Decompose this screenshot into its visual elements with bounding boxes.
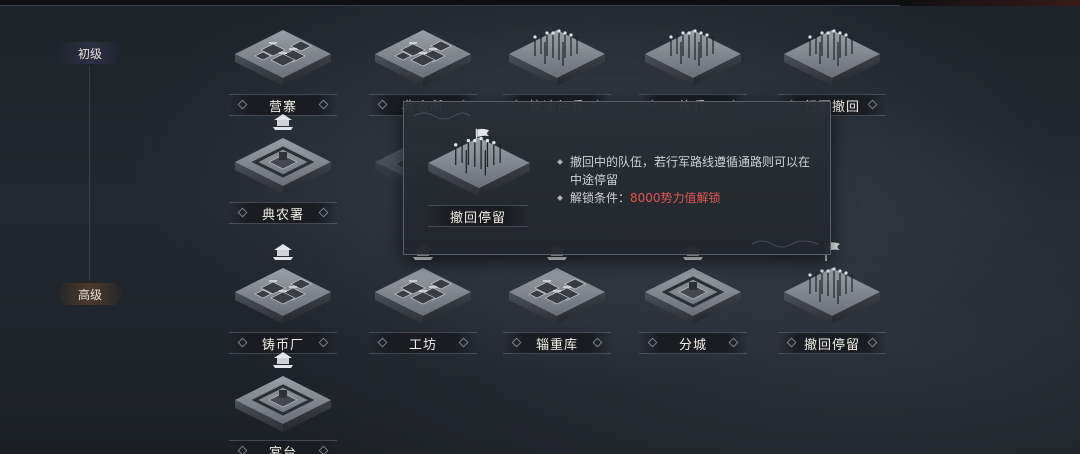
cloud-ornament-icon xyxy=(413,112,471,120)
building-label: 分城 xyxy=(639,332,747,354)
pagoda-icon xyxy=(271,110,295,132)
workshop-icon xyxy=(371,264,475,326)
building-banquet-stage[interactable]: 宴台 xyxy=(223,366,343,454)
farm-bureau-icon xyxy=(231,134,335,196)
branch-city-icon xyxy=(641,264,745,326)
tier-connector-line xyxy=(89,66,90,280)
unlock-requirement: 8000势力值解锁 xyxy=(630,191,721,205)
cloud-ornament-icon xyxy=(751,240,819,248)
tooltip-title: 撤回停留 xyxy=(428,205,528,227)
tier-badge-advanced: 高级 xyxy=(58,283,122,305)
building-label: 宴台 xyxy=(229,440,337,454)
building-label: 工坊 xyxy=(369,332,477,354)
building-workshop[interactable]: 工坊 xyxy=(363,258,483,368)
building-farm-bureau[interactable]: 典农署 xyxy=(223,128,343,238)
building-tooltip: 撤回停留 撤回中的队伍，若行军路线遵循通路则可以在中途停留 解锁条件：8000势… xyxy=(403,101,831,255)
supply-depot-icon xyxy=(505,264,609,326)
fan-icon xyxy=(271,348,295,370)
building-supply-depot[interactable]: 辎重库 xyxy=(497,258,617,368)
building-label: 辎重库 xyxy=(503,332,611,354)
building-label: 撤回停留 xyxy=(778,332,886,354)
training-icon xyxy=(641,26,745,88)
coin-icon xyxy=(271,240,295,262)
tier-advanced-label: 高级 xyxy=(77,287,102,302)
building-branch-city[interactable]: 分城 xyxy=(633,258,753,368)
top-bar xyxy=(0,0,1080,6)
tooltip-details: 撤回中的队伍，若行军路线遵循通路则可以在中途停留 解锁条件：8000势力值解锁 xyxy=(556,153,818,207)
building-retreat-stay[interactable]: 撤回停留 xyxy=(772,258,892,368)
tier-basic-label: 初级 xyxy=(77,46,102,61)
banquet-stage-icon xyxy=(231,372,335,434)
tooltip-unlock-condition: 解锁条件：8000势力值解锁 xyxy=(556,189,818,207)
march-retreat-icon xyxy=(780,26,884,88)
retreat-stay-icon xyxy=(780,264,884,326)
retreat-stay-icon xyxy=(424,130,534,202)
building-label: 典农署 xyxy=(229,202,337,224)
tooltip-description: 撤回中的队伍，若行军路线遵循通路则可以在中途停留 xyxy=(556,153,818,189)
tier-badge-basic: 初级 xyxy=(58,42,122,64)
mint-icon xyxy=(231,264,335,326)
camp-icon xyxy=(231,26,335,88)
conscription-icon xyxy=(505,26,609,88)
farm-office-icon xyxy=(371,26,475,88)
